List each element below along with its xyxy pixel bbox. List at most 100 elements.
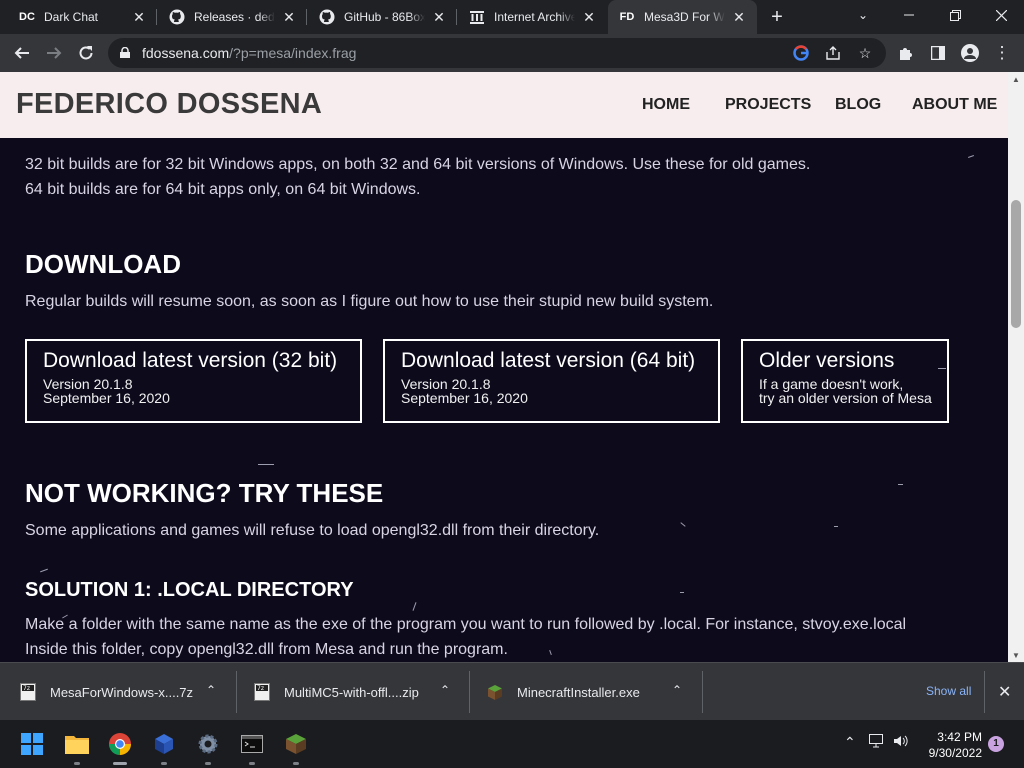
- not-working-heading: NOT WORKING? TRY THESE: [25, 478, 384, 508]
- divider: [702, 671, 703, 713]
- tab-github-86box[interactable]: GitHub - 86Box/ ✕: [308, 0, 457, 34]
- settings-gear-icon[interactable]: [192, 728, 224, 765]
- older-versions-button[interactable]: Older versions If a game doesn't work, t…: [741, 339, 949, 423]
- 3d-box-app-icon[interactable]: [148, 728, 180, 765]
- star-streak: [968, 155, 974, 158]
- svg-text:7z: 7z: [257, 685, 264, 692]
- star-streak: [549, 649, 552, 656]
- forward-icon[interactable]: [40, 39, 68, 67]
- windows-taskbar: ⌃ 3:42 PM 9/30/2022 1: [0, 720, 1024, 768]
- bookmark-star-icon[interactable]: ☆: [854, 42, 876, 64]
- download-bar: 7z MesaForWindows-x....7z ⌃ 7z MultiMC5-…: [0, 662, 1024, 720]
- notification-badge[interactable]: 1: [988, 736, 1004, 752]
- tab-close-icon[interactable]: ✕: [431, 9, 447, 25]
- close-window-icon[interactable]: [978, 0, 1024, 30]
- tab-close-icon[interactable]: ✕: [731, 9, 747, 25]
- divider: [236, 671, 237, 713]
- terminal-icon[interactable]: [236, 728, 268, 765]
- nav-home[interactable]: HOME: [642, 96, 690, 114]
- restore-icon[interactable]: [932, 0, 978, 30]
- download-filename: MultiMC5-with-offl....zip: [284, 684, 419, 700]
- star-streak: [258, 464, 274, 465]
- minecraft-icon[interactable]: [280, 728, 312, 765]
- tab-title: Mesa3D For Wi: [644, 10, 725, 24]
- star-streak: [680, 592, 684, 593]
- intro-text-32bit: 32 bit builds are for 32 bit Windows app…: [25, 156, 811, 173]
- download-item-multimc[interactable]: 7z MultiMC5-with-offl....zip: [254, 663, 468, 721]
- site-title[interactable]: FEDERICO DOSSENA: [16, 88, 322, 121]
- star-streak: [834, 526, 838, 527]
- back-icon[interactable]: [8, 39, 36, 67]
- star-streak: [40, 568, 48, 573]
- star-streak: [898, 484, 903, 485]
- chevron-up-icon[interactable]: ⌃: [206, 683, 216, 697]
- download-32bit-button[interactable]: Download latest version (32 bit) Version…: [25, 339, 362, 423]
- button-version: Version 20.1.8: [43, 376, 133, 392]
- intro-text-64bit: 64 bit builds are for 64 bit apps only, …: [25, 181, 421, 198]
- nav-about-me[interactable]: ABOUT ME: [912, 96, 997, 114]
- solution1-heading: SOLUTION 1: .LOCAL DIRECTORY: [25, 579, 354, 601]
- tab-dark-chat[interactable]: DC Dark Chat ✕: [8, 0, 157, 34]
- button-hint: try an older version of Mesa: [759, 390, 932, 406]
- minimize-icon[interactable]: [886, 0, 932, 30]
- volume-icon[interactable]: [893, 734, 909, 751]
- zip-file-icon: 7z: [254, 683, 270, 701]
- lock-icon: [120, 47, 130, 58]
- share-icon[interactable]: [822, 42, 844, 64]
- fd-favicon-icon: FD: [619, 11, 635, 23]
- tab-title: GitHub - 86Box/: [344, 10, 425, 24]
- tray-overflow-chevron-icon[interactable]: ⌃: [844, 734, 856, 751]
- url-path: /?p=mesa/index.frag: [229, 45, 357, 61]
- tab-close-icon[interactable]: ✕: [131, 9, 147, 25]
- network-icon[interactable]: [869, 734, 885, 751]
- chevron-up-icon[interactable]: ⌃: [672, 683, 682, 697]
- tab-title: Releases · dedej: [194, 10, 275, 24]
- button-date: September 16, 2020: [43, 390, 170, 406]
- windows-start-icon[interactable]: [16, 728, 48, 760]
- tab-internet-archive[interactable]: Internet Archive ✕: [458, 0, 607, 34]
- page-viewport: FEDERICO DOSSENA HOME PROJECTS BLOG ABOU…: [0, 72, 1008, 662]
- menu-kebab-icon[interactable]: ⋮: [988, 39, 1016, 67]
- 7z-file-icon: 7z: [20, 683, 36, 701]
- scrollbar-thumb[interactable]: [1011, 200, 1021, 328]
- tab-search-icon[interactable]: ⌄: [840, 0, 886, 30]
- tab-mesa3d[interactable]: FD Mesa3D For Wi ✕: [608, 0, 757, 34]
- solution1-text: Make a folder with the same name as the …: [25, 616, 907, 633]
- new-tab-icon[interactable]: +: [766, 6, 788, 28]
- site-header: FEDERICO DOSSENA HOME PROJECTS BLOG ABOU…: [0, 72, 1008, 138]
- tab-close-icon[interactable]: ✕: [581, 9, 597, 25]
- chevron-up-icon[interactable]: ⌃: [440, 683, 450, 697]
- download-note: Regular builds will resume soon, as soon…: [25, 293, 714, 310]
- tab-separator: [156, 9, 157, 25]
- button-version: Version 20.1.8: [401, 376, 491, 392]
- chrome-icon[interactable]: [104, 728, 136, 765]
- file-explorer-icon[interactable]: [61, 728, 93, 765]
- nav-projects[interactable]: PROJECTS: [725, 96, 811, 114]
- download-64bit-button[interactable]: Download latest version (64 bit) Version…: [383, 339, 720, 423]
- divider: [469, 671, 470, 713]
- download-item-minecraft[interactable]: MinecraftInstaller.exe: [487, 663, 701, 721]
- tab-close-icon[interactable]: ✕: [281, 9, 297, 25]
- tab-title: Internet Archive: [494, 10, 575, 24]
- tab-releases[interactable]: Releases · dedej ✕: [158, 0, 307, 34]
- star-streak: [680, 522, 686, 527]
- button-date: September 16, 2020: [401, 390, 528, 406]
- clock-time: 3:42 PM: [937, 730, 982, 744]
- scroll-down-icon[interactable]: ▼: [1008, 648, 1024, 662]
- address-bar[interactable]: fdossena.com/?p=mesa/index.frag ☆: [108, 38, 886, 68]
- clock-date: 9/30/2022: [928, 746, 982, 760]
- google-lens-icon[interactable]: [790, 42, 812, 64]
- page-scrollbar[interactable]: ▲ ▼: [1008, 72, 1024, 662]
- side-panel-icon[interactable]: [924, 39, 952, 67]
- system-clock[interactable]: 3:42 PM 9/30/2022: [922, 729, 982, 761]
- scroll-up-icon[interactable]: ▲: [1008, 72, 1024, 86]
- divider: [984, 671, 985, 713]
- nav-blog[interactable]: BLOG: [835, 96, 881, 114]
- close-download-bar-icon[interactable]: ✕: [998, 682, 1011, 702]
- url-text: fdossena.com/?p=mesa/index.frag: [142, 45, 356, 61]
- reload-icon[interactable]: [72, 39, 100, 67]
- extensions-icon[interactable]: [892, 39, 920, 67]
- download-item-mesa[interactable]: 7z MesaForWindows-x....7z: [20, 663, 234, 721]
- profile-avatar-icon[interactable]: [956, 39, 984, 67]
- show-all-downloads-link[interactable]: Show all: [926, 684, 971, 698]
